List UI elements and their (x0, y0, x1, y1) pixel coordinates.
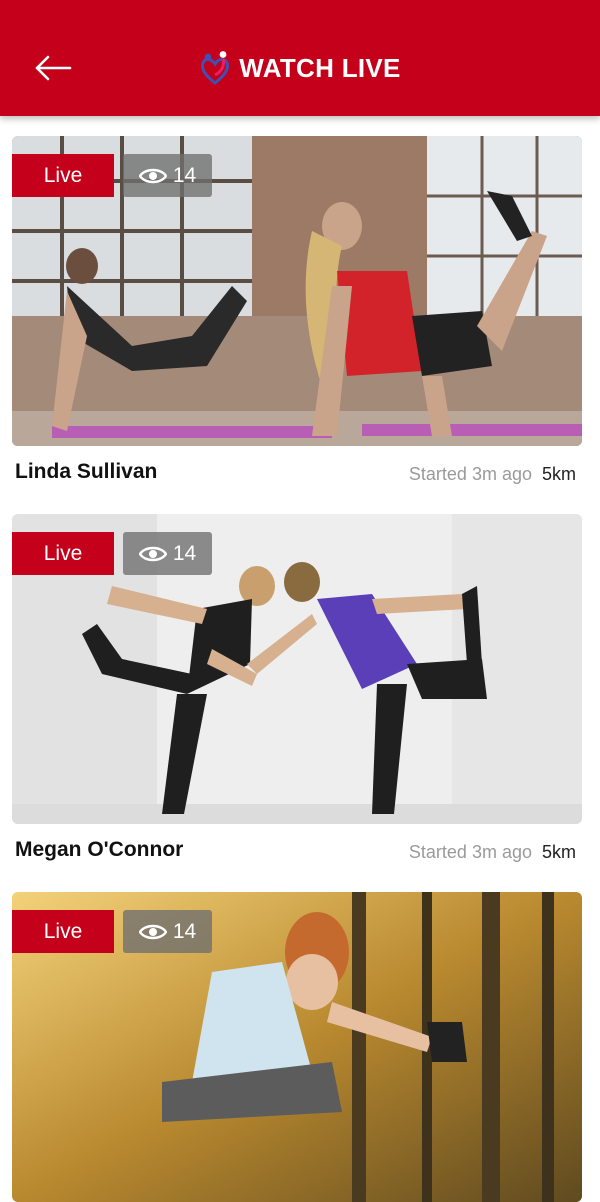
stream-meta: Started 3m ago 5km (409, 464, 576, 485)
stream-card[interactable]: Live 14 Megan O'Connor Started 3m ago 5k… (12, 514, 582, 882)
header-title-group: WATCH LIVE (0, 48, 600, 88)
heart-couple-logo-icon (201, 51, 230, 85)
stream-info: Megan O'Connor Started 3m ago 5km (12, 824, 582, 882)
stream-thumbnail[interactable]: Live 14 (12, 514, 582, 824)
streamer-name[interactable]: Megan O'Connor (15, 838, 183, 862)
viewer-count: 14 (172, 541, 197, 565)
stream-card[interactable]: Live 14 (12, 892, 582, 1202)
stream-info: Linda Sullivan Started 3m ago 5km (12, 446, 582, 504)
started-time: Started 3m ago (408, 464, 532, 484)
eye-icon (138, 546, 167, 561)
stream-card[interactable]: Live 14 Linda Sullivan Started 3m ago 5k… (12, 136, 582, 504)
streamer-name[interactable]: Linda Sullivan (15, 460, 157, 484)
distance: 5km (541, 842, 576, 862)
live-badge[interactable]: Live (12, 532, 114, 575)
live-badge[interactable]: Live (12, 910, 114, 953)
stream-thumbnail[interactable]: Live 14 (12, 892, 582, 1202)
viewer-count: 14 (172, 919, 197, 943)
viewer-count-badge: 14 (123, 532, 212, 575)
page-title: WATCH LIVE (239, 52, 401, 83)
app-header: WATCH LIVE (0, 0, 600, 116)
distance: 5km (541, 464, 576, 484)
started-time: Started 3m ago (408, 842, 532, 862)
eye-icon (138, 924, 167, 939)
viewer-count: 14 (172, 163, 197, 187)
live-badge[interactable]: Live (12, 154, 114, 197)
stream-thumbnail[interactable]: Live 14 (12, 136, 582, 446)
stream-meta: Started 3m ago 5km (409, 842, 576, 863)
viewer-count-badge: 14 (123, 910, 212, 953)
eye-icon (138, 168, 167, 183)
viewer-count-badge: 14 (123, 154, 212, 197)
